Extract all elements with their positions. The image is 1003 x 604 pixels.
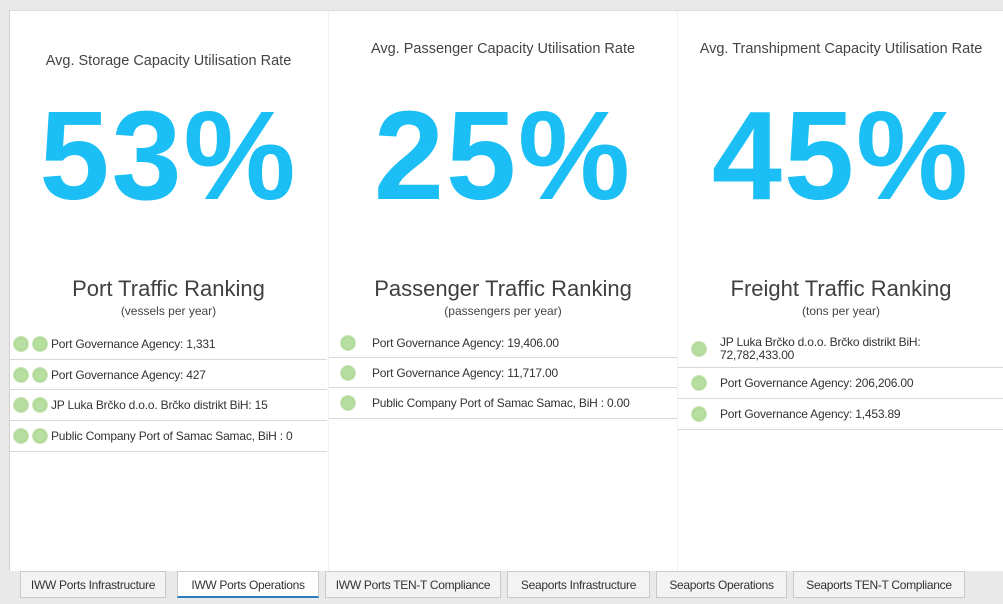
tab-seaports-infrastructure[interactable]: Seaports Infrastructure <box>507 571 650 598</box>
list-item-label: Port Governance Agency: 11,717.00 <box>372 365 558 380</box>
circle-icon <box>691 341 707 357</box>
list-item-label: Port Governance Agency: 427 <box>51 367 206 382</box>
port-traffic-panel: Avg. Storage Capacity Utilisation Rate 5… <box>10 11 327 571</box>
list-item-label: JP Luka Brčko d.o.o. Brčko distrikt BiH:… <box>720 335 921 362</box>
ranking-title: Port Traffic Ranking <box>72 276 265 301</box>
kpi-value: 25% <box>373 85 633 226</box>
list-item[interactable]: Port Governance Agency: 427 <box>10 360 327 390</box>
kpi-title: Avg. Transhipment Capacity Utilisation R… <box>699 41 983 57</box>
list-item[interactable]: Port Governance Agency: 1,331 <box>10 329 327 360</box>
tab-seaports-ten-t-compliance[interactable]: Seaports TEN-T Compliance <box>793 571 965 598</box>
circle-icon <box>32 366 48 383</box>
circle-icon <box>13 428 29 444</box>
circle-icon <box>13 336 29 352</box>
tab-iww-ports-ten-t-compliance[interactable]: IWW Ports TEN-T Compliance <box>325 571 501 598</box>
circle-icon <box>32 397 48 413</box>
freight-traffic-panel: Avg. Transhipment Capacity Utilisation R… <box>677 11 1003 571</box>
report-page-tabs: IWW Ports Infrastructure IWW Ports Opera… <box>9 571 1002 604</box>
ranking-list: Port Governance Agency: 19,406.00 Port G… <box>329 329 677 419</box>
circle-icon <box>13 397 29 413</box>
kpi-value: 45% <box>711 85 971 226</box>
list-item[interactable]: Port Governance Agency: 1,453.89 <box>678 399 1003 430</box>
list-item[interactable]: JP Luka Brčko d.o.o. Brčko distrikt BiH:… <box>678 331 1003 368</box>
list-item-label: Public Company Port of Samac Samac, BiH … <box>51 429 293 443</box>
ranking-list: JP Luka Brčko d.o.o. Brčko distrikt BiH:… <box>678 331 1003 430</box>
tab-iww-ports-operations[interactable]: IWW Ports Operations <box>177 571 319 598</box>
circle-icon <box>32 428 48 444</box>
ranking-list: Port Governance Agency: 1,331 Port Gover… <box>10 329 327 452</box>
list-item-label: Port Governance Agency: 19,406.00 <box>372 336 559 350</box>
dashboard-canvas: Avg. Storage Capacity Utilisation Rate 5… <box>9 10 1003 571</box>
list-item-label: Port Governance Agency: 1,331 <box>51 337 216 351</box>
list-item[interactable]: Public Company Port of Samac Samac, BiH … <box>10 421 327 452</box>
list-item[interactable]: Port Governance Agency: 11,717.00 <box>329 358 677 388</box>
circle-icon <box>340 395 356 411</box>
passenger-traffic-panel: Avg. Passenger Capacity Utilisation Rate… <box>328 11 677 571</box>
list-item-label: Port Governance Agency: 1,453.89 <box>720 407 901 421</box>
list-item[interactable]: Port Governance Agency: 19,406.00 <box>329 329 677 358</box>
kpi-title: Avg. Passenger Capacity Utilisation Rate <box>370 41 636 57</box>
circle-icon <box>340 364 356 381</box>
tab-iww-ports-infrastructure[interactable]: IWW Ports Infrastructure <box>20 571 166 598</box>
list-item[interactable]: Port Governance Agency: 206,206.00 <box>678 368 1003 399</box>
ranking-subtitle: (passengers per year) <box>444 304 562 318</box>
circle-icon <box>32 336 48 352</box>
circle-icon <box>691 375 707 391</box>
kpi-value: 53% <box>39 85 298 226</box>
ranking-subtitle: (tons per year) <box>801 304 881 318</box>
circle-icon <box>691 406 707 422</box>
list-item-label: JP Luka Brčko d.o.o. Brčko distrikt BiH:… <box>51 398 268 412</box>
ranking-title: Passenger Traffic Ranking <box>374 276 632 301</box>
ranking-subtitle: (vessels per year) <box>120 304 217 318</box>
circle-icon <box>340 335 356 351</box>
list-item[interactable]: JP Luka Brčko d.o.o. Brčko distrikt BiH:… <box>10 390 327 421</box>
ranking-title: Freight Traffic Ranking <box>730 276 952 301</box>
kpi-title: Avg. Storage Capacity Utilisation Rate <box>45 53 292 69</box>
list-item[interactable]: Public Company Port of Samac Samac, BiH … <box>329 388 677 419</box>
list-item-label: Port Governance Agency: 206,206.00 <box>720 376 914 390</box>
tab-seaports-operations[interactable]: Seaports Operations <box>656 571 787 598</box>
list-item-label: Public Company Port of Samac Samac, BiH … <box>372 396 630 410</box>
circle-icon <box>13 366 29 383</box>
